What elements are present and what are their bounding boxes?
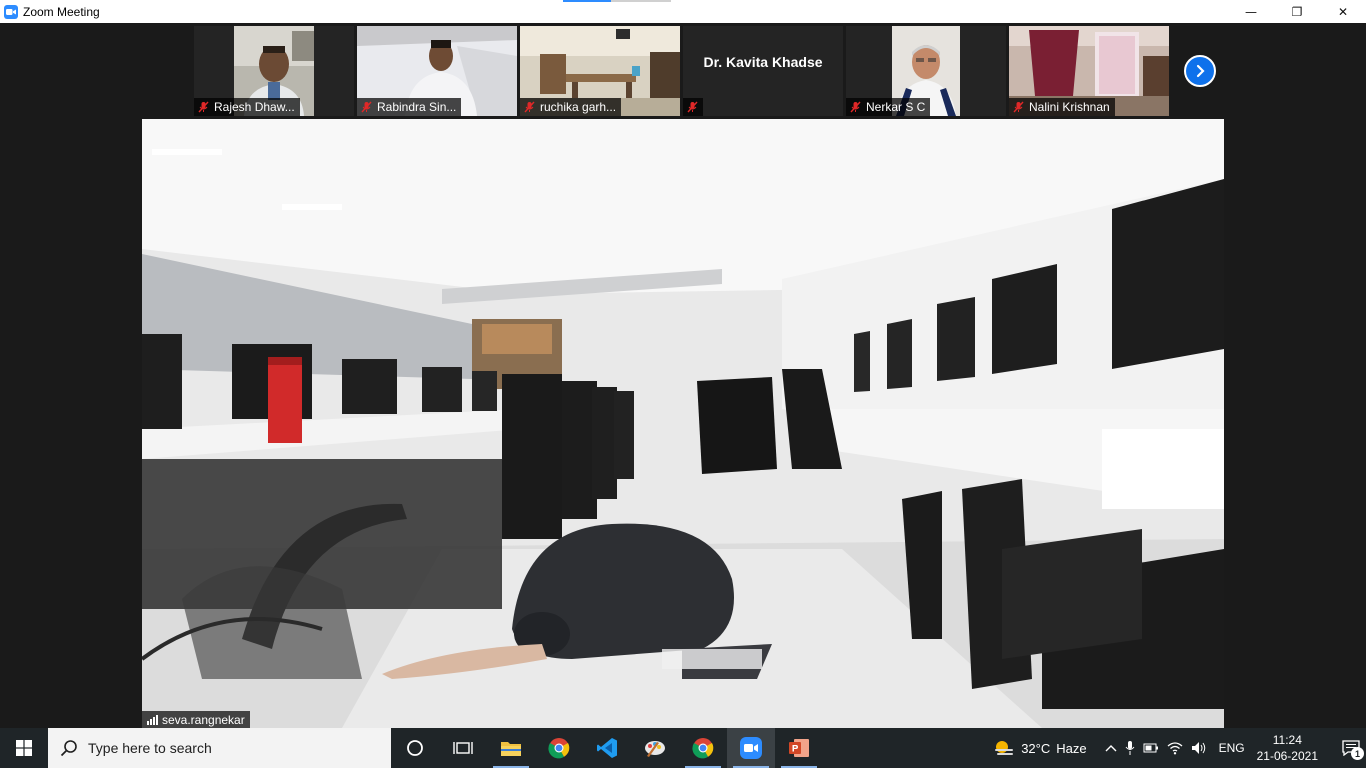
vscode-icon bbox=[597, 738, 617, 758]
taskbar-search-box[interactable]: Type here to search bbox=[48, 728, 391, 768]
participant-tile[interactable]: Nalini Krishnan bbox=[1009, 26, 1169, 116]
participant-tile[interactable]: Nerkar S C bbox=[846, 26, 1006, 116]
chevron-right-icon bbox=[1196, 64, 1205, 78]
muted-mic-icon bbox=[524, 101, 535, 113]
clock-time: 11:24 bbox=[1272, 733, 1302, 747]
participant-tile[interactable]: Rajesh Dhaw... bbox=[194, 26, 354, 116]
cortana-button[interactable] bbox=[391, 728, 439, 768]
participant-tile[interactable]: Rabindra Sin... bbox=[357, 26, 517, 116]
windows-icon bbox=[16, 740, 32, 756]
folder-icon bbox=[501, 742, 521, 756]
muted-mic-icon bbox=[361, 101, 372, 113]
participant-label: Nerkar S C bbox=[846, 98, 931, 116]
chrome-icon bbox=[548, 738, 570, 759]
title-accent-2 bbox=[611, 0, 671, 2]
muted-mic-icon bbox=[198, 101, 209, 113]
active-speaker-label: seva.rangnekar bbox=[142, 711, 250, 728]
zoom-app-icon bbox=[4, 4, 18, 19]
weather-condition: Haze bbox=[1056, 740, 1087, 756]
wifi-icon[interactable] bbox=[1167, 741, 1183, 755]
microphone-icon[interactable] bbox=[1125, 740, 1135, 756]
input-language[interactable]: ENG bbox=[1219, 741, 1245, 755]
close-button[interactable]: ✕ bbox=[1320, 0, 1366, 23]
zoom-icon bbox=[740, 737, 762, 759]
start-button[interactable] bbox=[0, 728, 48, 768]
next-page-button[interactable] bbox=[1184, 55, 1216, 87]
minimize-button[interactable]: — bbox=[1228, 0, 1274, 23]
weather-widget[interactable]: 32°C Haze bbox=[993, 739, 1087, 757]
cortana-icon bbox=[407, 740, 423, 756]
battery-icon[interactable] bbox=[1143, 743, 1159, 753]
participant-name: ruchika garh... bbox=[540, 100, 617, 114]
muted-mic-icon bbox=[850, 101, 861, 113]
participant-display-name: Dr. Kavita Khadse bbox=[703, 54, 823, 70]
search-placeholder: Type here to search bbox=[88, 740, 212, 756]
office-scene-video bbox=[142, 119, 1224, 728]
haze-weather-icon bbox=[995, 741, 1014, 755]
participant-name: Rabindra Sin... bbox=[377, 100, 457, 114]
muted-mic-icon bbox=[1013, 101, 1024, 113]
task-view-icon bbox=[453, 742, 473, 754]
window-title: Zoom Meeting bbox=[23, 4, 100, 19]
speaker-volume-icon[interactable] bbox=[1191, 741, 1207, 755]
meeting-area: Rajesh Dhaw... Rabindra Sin... ruchika g… bbox=[0, 23, 1366, 728]
chrome-button[interactable] bbox=[535, 728, 583, 768]
windows-taskbar: Type here to search 32°C Haze ENG 11:24 … bbox=[0, 728, 1366, 768]
chrome-button-2[interactable] bbox=[679, 728, 727, 768]
clock-date: 21-06-2021 bbox=[1256, 749, 1318, 763]
system-tray: 32°C Haze ENG 11:24 21-06-2021 1 bbox=[993, 728, 1366, 768]
chevron-up-icon[interactable] bbox=[1105, 743, 1117, 753]
active-speaker-name: seva.rangnekar bbox=[162, 712, 245, 727]
participant-label: Nalini Krishnan bbox=[1009, 98, 1115, 116]
title-bar: Zoom Meeting — ❐ ✕ bbox=[0, 0, 1366, 23]
participant-label: Rabindra Sin... bbox=[357, 98, 462, 116]
paint-button[interactable] bbox=[631, 728, 679, 768]
vscode-button[interactable] bbox=[583, 728, 631, 768]
participant-label: ruchika garh... bbox=[520, 98, 622, 116]
powerpoint-icon bbox=[789, 739, 809, 757]
participant-tile[interactable]: ruchika garh... bbox=[520, 26, 680, 116]
participant-name: Nerkar S C bbox=[866, 100, 926, 114]
paint-icon bbox=[645, 741, 665, 757]
chrome-icon bbox=[692, 738, 714, 759]
title-accent bbox=[563, 0, 611, 2]
participant-strip: Rajesh Dhaw... Rabindra Sin... ruchika g… bbox=[194, 26, 1169, 116]
tray-icons bbox=[1105, 740, 1207, 756]
participant-name: Nalini Krishnan bbox=[1029, 100, 1110, 114]
weather-temp: 32°C bbox=[1021, 740, 1051, 756]
maximize-button[interactable]: ❐ bbox=[1274, 0, 1320, 23]
participant-label: Rajesh Dhaw... bbox=[194, 98, 300, 116]
powerpoint-button[interactable] bbox=[775, 728, 823, 768]
participant-label bbox=[683, 98, 703, 116]
muted-mic-icon bbox=[687, 101, 698, 113]
zoom-taskbar-button[interactable] bbox=[727, 728, 775, 768]
file-explorer-button[interactable] bbox=[487, 728, 535, 768]
taskbar-clock[interactable]: 11:24 21-06-2021 bbox=[1257, 732, 1318, 764]
participant-tile[interactable]: Dr. Kavita Khadse bbox=[683, 26, 843, 116]
action-center-button[interactable]: 1 bbox=[1336, 728, 1366, 768]
notification-count-badge: 1 bbox=[1351, 747, 1364, 760]
task-view-button[interactable] bbox=[439, 728, 487, 768]
signal-strength-icon bbox=[147, 714, 158, 725]
participant-name: Rajesh Dhaw... bbox=[214, 100, 295, 114]
search-icon bbox=[60, 740, 77, 757]
active-speaker-video: seva.rangnekar bbox=[142, 119, 1224, 728]
